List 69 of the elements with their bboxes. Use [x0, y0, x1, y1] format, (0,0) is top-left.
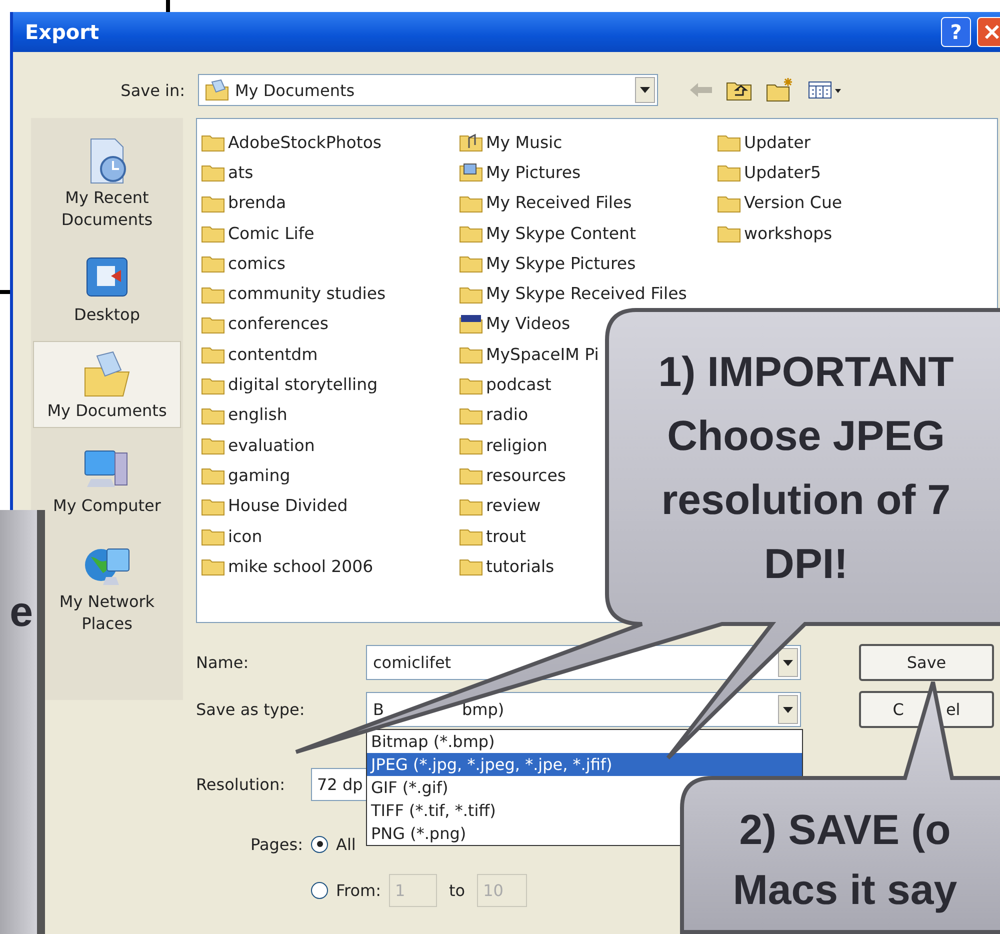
- file-item[interactable]: ats: [201, 157, 254, 188]
- file-item[interactable]: AdobeStockPhotos: [201, 127, 382, 158]
- file-item[interactable]: brenda: [201, 188, 286, 218]
- places-item[interactable]: My Recent Documents: [49, 128, 165, 238]
- file-item[interactable]: My Videos: [459, 308, 570, 340]
- file-item[interactable]: comics: [201, 248, 286, 278]
- file-item[interactable]: workshops: [717, 218, 832, 248]
- resolution-label: Resolution:: [196, 775, 286, 794]
- callout-text: e: [10, 588, 33, 636]
- file-item[interactable]: english: [201, 400, 288, 430]
- pictures-folder-icon: [459, 162, 483, 182]
- file-item[interactable]: trout: [459, 520, 526, 552]
- radio-button[interactable]: [311, 836, 328, 852]
- file-item[interactable]: House Divided: [201, 490, 348, 521]
- save-in-dropdown[interactable]: My Documents: [198, 74, 658, 106]
- file-item[interactable]: My Pictures: [459, 157, 581, 188]
- file-item[interactable]: My Received Files: [459, 188, 632, 218]
- file-item[interactable]: religion: [459, 430, 548, 460]
- callout-text: 1) IMPORTANT Choose JPEG resolution of 7 DPI!: [657, 347, 955, 589]
- places-item[interactable]: My Computer: [52, 436, 162, 524]
- to-label: to: [449, 880, 466, 900]
- file-item[interactable]: podcast: [459, 369, 552, 400]
- caret-icon: [640, 87, 650, 93]
- file-item[interactable]: community studies: [201, 278, 386, 309]
- folder-documents-icon: [205, 79, 229, 101]
- close-button[interactable]: [977, 17, 1000, 47]
- file-item[interactable]: Updater5: [717, 157, 822, 188]
- save-as-type-label: Save as type:: [196, 700, 306, 719]
- radio-label: All: [336, 834, 356, 854]
- file-item[interactable]: tutorials: [459, 551, 554, 582]
- pages-label: Pages:: [250, 834, 303, 854]
- caret-icon: [783, 660, 793, 666]
- music-folder-icon: [459, 132, 483, 152]
- places-item[interactable]: Desktop: [73, 245, 141, 333]
- file-item[interactable]: contentdm: [201, 339, 318, 370]
- file-item[interactable]: MySpaceIM Pi: [459, 339, 599, 370]
- window-title: Export: [25, 20, 100, 44]
- file-item[interactable]: Version Cue: [717, 188, 842, 218]
- file-item[interactable]: My Skype Content: [459, 218, 636, 248]
- file-item[interactable]: My Skype Received Files: [459, 278, 687, 309]
- file-item[interactable]: review: [459, 490, 541, 521]
- file-item[interactable]: conferences: [201, 308, 328, 340]
- file-item[interactable]: radio: [459, 400, 528, 430]
- caret-icon: [783, 706, 793, 712]
- view-menu-icon[interactable]: [808, 80, 842, 100]
- callout-text: 2) SAVE (o Macs it say: [732, 805, 958, 915]
- file-item[interactable]: mike school 2006: [201, 551, 374, 582]
- radio-label: From:: [336, 880, 382, 900]
- type-option[interactable]: JPEG (*.jpg, *.jpeg, *.jpe, *.jfif): [367, 753, 802, 776]
- name-label: Name:: [196, 653, 250, 672]
- file-item[interactable]: gaming: [201, 460, 290, 491]
- help-button[interactable]: ?: [941, 17, 971, 47]
- file-item[interactable]: evaluation: [201, 430, 315, 460]
- close-icon: [984, 24, 1000, 40]
- file-item[interactable]: My Music: [459, 127, 562, 158]
- radio-button[interactable]: [311, 882, 328, 898]
- file-item[interactable]: Updater: [717, 127, 811, 158]
- new-folder-icon[interactable]: [766, 78, 794, 102]
- save-in-label: Save in:: [120, 80, 185, 100]
- places-item[interactable]: My Documents: [33, 340, 181, 428]
- file-item[interactable]: digital storytelling: [201, 369, 378, 400]
- file-item[interactable]: Comic Life: [201, 218, 314, 248]
- file-item[interactable]: resources: [459, 460, 566, 491]
- file-item[interactable]: My Skype Pictures: [459, 248, 636, 278]
- places-item[interactable]: My Network Places: [49, 532, 165, 642]
- file-item[interactable]: icon: [201, 520, 262, 552]
- videos-folder-icon: [459, 314, 483, 334]
- save-button[interactable]: Save: [859, 644, 994, 681]
- resolution-field[interactable]: 72 dp: [311, 768, 368, 801]
